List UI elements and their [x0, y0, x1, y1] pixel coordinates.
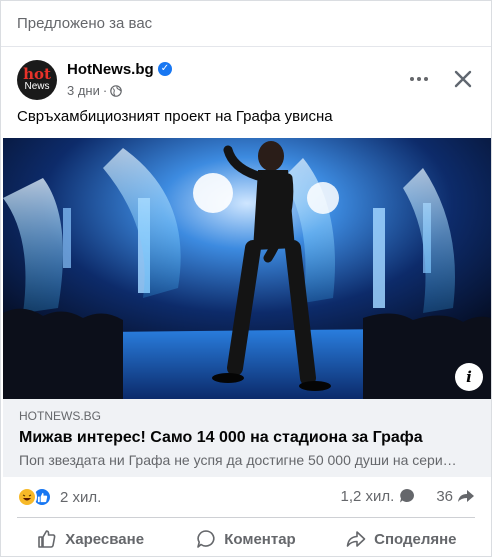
divider: [17, 517, 475, 518]
like-button[interactable]: Харесване: [13, 521, 168, 557]
post-actions: Харесване Коментар Споделяне: [13, 521, 479, 557]
post-time-link[interactable]: 3 дни: [67, 83, 100, 98]
link-preview[interactable]: HOTNEWS.BG Мижав интерес! Само 14 000 на…: [3, 399, 491, 477]
link-domain: HOTNEWS.BG: [19, 409, 102, 423]
more-options-button[interactable]: [403, 63, 435, 95]
avatar-logo-bottom: News: [24, 81, 50, 92]
post-stats: 2 хил. 1,2 хил. 36: [17, 485, 475, 511]
concert-photo: [3, 138, 491, 399]
share-icon: [346, 531, 366, 547]
info-icon[interactable]: i: [455, 363, 483, 391]
globe-icon: [110, 84, 123, 97]
link-title[interactable]: Мижав интерес! Само 14 000 на стадиона з…: [19, 429, 423, 447]
shares-count[interactable]: 36: [436, 488, 453, 505]
share-label: Споделяне: [374, 530, 457, 548]
post-header: hot News HotNews.bg ✓ 3 дни ·: [17, 57, 479, 101]
thumbs-up-icon: [38, 530, 56, 548]
more-icon: [417, 77, 421, 81]
divider: [1, 46, 491, 47]
reactions-count: 2 хил.: [60, 488, 102, 506]
comment-label: Коментар: [224, 530, 296, 548]
post-meta: 3 дни ·: [67, 83, 123, 98]
engagement-counts: 1,2 хил. 36: [340, 487, 475, 505]
reactions-summary[interactable]: 2 хил.: [17, 487, 101, 507]
post-text: Свръхамбициозният проект на Графа увисна: [17, 108, 333, 125]
share-arrow-icon: [458, 490, 474, 502]
meta-separator: ·: [102, 83, 108, 98]
comment-button[interactable]: Коментар: [168, 521, 323, 557]
more-icon: [410, 77, 414, 81]
suggested-label: Предложено за вас: [17, 15, 153, 32]
verified-badge-icon: ✓: [158, 62, 172, 76]
share-button[interactable]: Споделяне: [324, 521, 479, 557]
feed-post-card: Предложено за вас hot News HotNews.bg ✓ …: [0, 0, 492, 557]
avatar-logo-top: hot: [23, 65, 51, 83]
comments-count[interactable]: 1,2 хил.: [340, 488, 394, 505]
comment-icon: [197, 530, 215, 548]
page-avatar[interactable]: hot News: [17, 60, 57, 100]
more-icon: [424, 77, 428, 81]
close-icon[interactable]: [447, 63, 479, 95]
comment-bubble-icon: [400, 489, 415, 503]
link-description: Поп звездата ни Графа не успя да достигн…: [19, 452, 457, 468]
like-label: Харесване: [65, 530, 145, 548]
post-image[interactable]: i: [3, 138, 491, 399]
page-name-link[interactable]: HotNews.bg: [67, 61, 154, 78]
haha-reaction-icon: [17, 487, 37, 507]
